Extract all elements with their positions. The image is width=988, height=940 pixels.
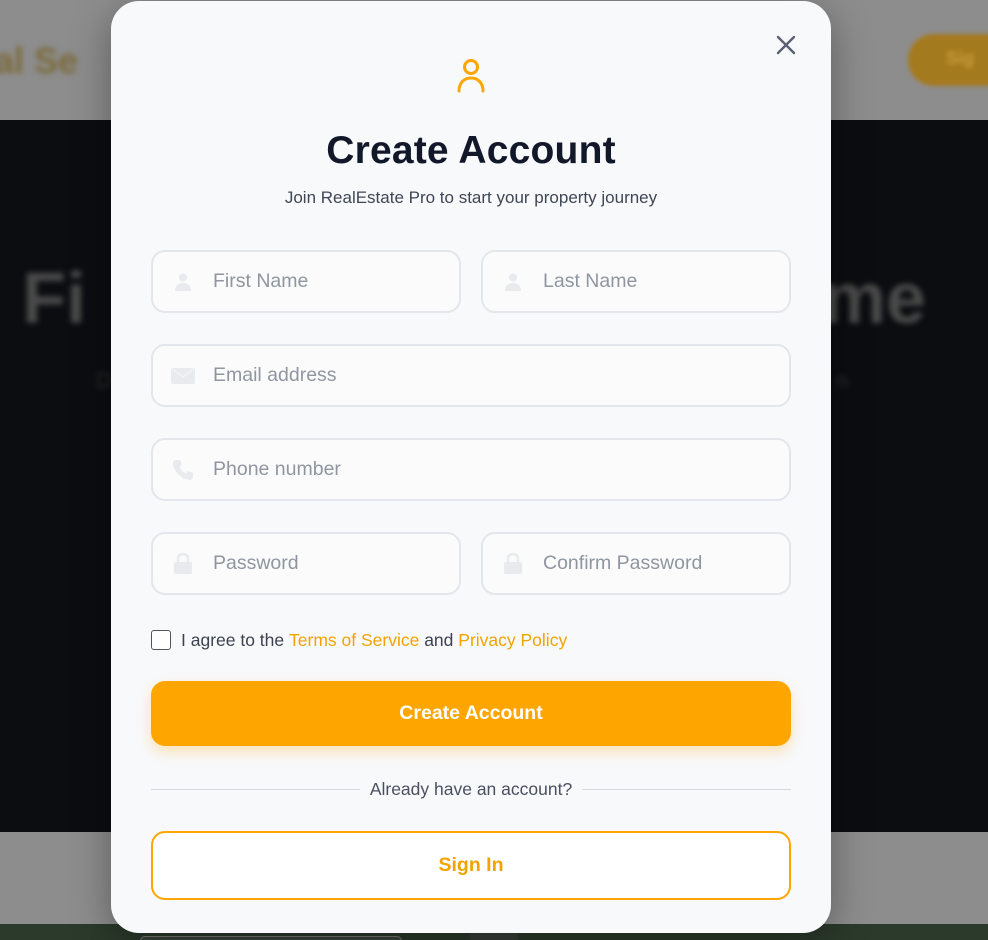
background-logo: al Se: [0, 40, 79, 81]
modal-subtitle: Join RealEstate Pro to start your proper…: [284, 188, 658, 207]
user-icon: [501, 270, 525, 294]
lock-icon: [171, 552, 195, 576]
phone-input[interactable]: [213, 458, 722, 481]
lock-icon: [501, 552, 525, 576]
taskbar-search: [140, 936, 402, 940]
confirm-password-field: [481, 532, 791, 595]
user-icon: [455, 57, 487, 95]
password-input[interactable]: [213, 552, 458, 575]
sign-in-button[interactable]: Sign In: [151, 831, 791, 900]
close-icon: [776, 35, 796, 55]
terms-prefix: I agree to the: [181, 629, 285, 650]
confirm-password-input[interactable]: [543, 552, 788, 575]
terms-of-service-link[interactable]: Terms of Service: [289, 630, 419, 651]
password-field: [151, 532, 461, 595]
background-hero-sub-left: D: [96, 368, 112, 393]
background-signin-button: Sig: [908, 34, 988, 86]
create-account-button[interactable]: Create Account: [151, 681, 791, 746]
user-icon: [171, 270, 195, 294]
first-name-input[interactable]: [213, 270, 458, 293]
last-name-input[interactable]: [543, 270, 788, 293]
email-field: [151, 344, 791, 407]
background-hero-title-right: me: [822, 259, 927, 339]
mail-icon: [171, 364, 195, 388]
divider-text: Already have an account?: [369, 778, 573, 799]
close-button[interactable]: [773, 32, 799, 58]
phone-icon: [171, 458, 195, 482]
divider-line-right: [582, 788, 791, 790]
phone-field: [151, 438, 791, 501]
terms-conjunction: and: [424, 629, 454, 650]
taskbar-app: [470, 932, 518, 940]
create-account-modal: Create Account Join RealEstate Pro to st…: [111, 1, 831, 933]
divider: Already have an account?: [151, 777, 791, 801]
divider-line-left: [151, 788, 360, 790]
last-name-field: [481, 250, 791, 313]
terms-agreement: I agree to the Terms of Service and Priv…: [151, 627, 567, 653]
email-input[interactable]: [213, 364, 722, 387]
background-hero-sub-right: n: [836, 368, 849, 393]
modal-title: Create Account: [326, 129, 616, 172]
terms-checkbox[interactable]: [151, 630, 171, 650]
first-name-field: [151, 250, 461, 313]
background-hero-title-left: Fi: [22, 259, 86, 339]
privacy-policy-link[interactable]: Privacy Policy: [458, 630, 567, 651]
